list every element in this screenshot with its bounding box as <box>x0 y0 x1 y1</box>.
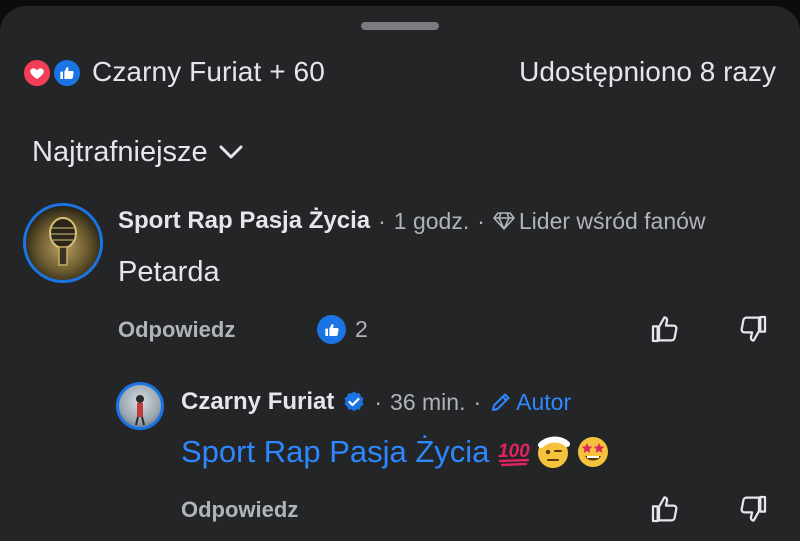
author-badge-label: Autor <box>516 388 572 415</box>
reaction-icons[interactable] <box>22 56 84 88</box>
comment-author[interactable]: Czarny Furiat <box>181 388 334 416</box>
verified-icon <box>342 390 366 414</box>
sort-label: Najtrafniejsze <box>32 136 208 168</box>
hundred-points-emoji: 100 <box>497 437 531 467</box>
diamond-icon <box>493 211 515 231</box>
comment-text: Petarda <box>118 256 220 288</box>
comment-author[interactable]: Sport Rap Pasja Życia <box>118 207 370 235</box>
like-reaction-icon <box>317 315 346 344</box>
reactions-count-label[interactable]: Czarny Furiat + 60 <box>92 56 325 88</box>
separator-dot: · <box>374 388 383 415</box>
mentioned-user-link[interactable]: Sport Rap Pasja Życia <box>181 434 489 470</box>
like-reaction-icon <box>52 58 82 88</box>
comment-like-count[interactable]: 2 <box>317 315 368 344</box>
reactions-summary-row: Czarny Furiat + 60 Udostępniono 8 razy <box>22 50 776 94</box>
fan-badge-label: Lider wśród fanów <box>518 207 706 234</box>
comment-header: Sport Rap Pasja Życia · 1 godz. · Lider … <box>118 207 706 235</box>
thumb-up-icon[interactable] <box>648 492 682 526</box>
avatar[interactable] <box>23 203 103 283</box>
comment-time[interactable]: 1 godz. <box>394 208 469 235</box>
pencil-icon <box>489 390 513 414</box>
heart-reaction-icon <box>22 58 52 88</box>
reply-button[interactable]: Odpowiedz <box>118 317 235 343</box>
separator-dot: · <box>477 207 485 234</box>
thumb-down-icon[interactable] <box>736 492 770 526</box>
face-with-bandage-emoji <box>535 434 571 470</box>
separator-dot: · <box>378 207 386 234</box>
star-struck-emoji <box>575 434 611 470</box>
reply-button[interactable]: Odpowiedz <box>181 497 298 523</box>
drag-handle[interactable] <box>361 22 439 30</box>
author-badge: Autor <box>489 389 571 416</box>
comments-sheet: Czarny Furiat + 60 Udostępniono 8 razy N… <box>0 6 800 541</box>
comment-time[interactable]: 36 min. <box>390 389 465 416</box>
comment-header: Czarny Furiat · 36 min. · Autor <box>181 388 571 416</box>
avatar[interactable] <box>116 382 164 430</box>
separator-dot: · <box>473 388 482 415</box>
like-count-value: 2 <box>355 316 368 342</box>
chevron-down-icon <box>208 136 244 169</box>
thumb-up-icon[interactable] <box>648 312 682 346</box>
svg-text:100: 100 <box>498 441 530 462</box>
comment-text: Sport Rap Pasja Życia 100 <box>181 434 611 470</box>
shares-count-label[interactable]: Udostępniono 8 razy <box>519 56 776 88</box>
thumb-down-icon[interactable] <box>736 312 770 346</box>
sort-dropdown[interactable]: Najtrafniejsze <box>32 136 244 169</box>
